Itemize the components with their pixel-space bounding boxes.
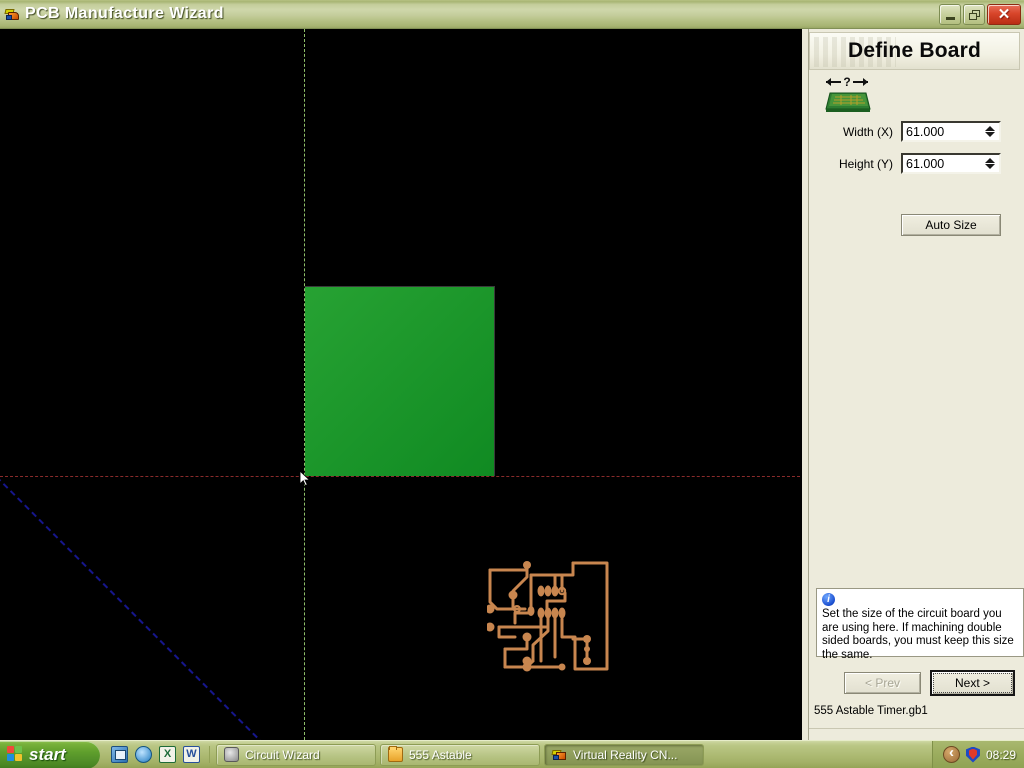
info-text: Set the size of the circuit board you ar… bbox=[822, 608, 1014, 661]
height-y-input[interactable] bbox=[903, 155, 979, 172]
task-buttons: Circuit Wizard 555 Astable Virtual Reali… bbox=[216, 743, 932, 766]
diagonal-guide-line bbox=[0, 419, 308, 740]
show-desktop-icon[interactable] bbox=[111, 746, 128, 763]
folder-icon bbox=[388, 746, 403, 762]
security-shield-icon[interactable] bbox=[966, 747, 980, 763]
panel-header: Define Board bbox=[809, 32, 1020, 70]
word-icon[interactable]: W bbox=[183, 746, 200, 763]
spin-up-icon[interactable] bbox=[984, 158, 995, 163]
info-box: i Set the size of the circuit board you … bbox=[816, 588, 1024, 661]
taskbar-clock[interactable]: 08:29 bbox=[986, 748, 1016, 762]
board-outline-rect[interactable] bbox=[305, 286, 495, 476]
spin-up-icon[interactable] bbox=[984, 126, 995, 131]
next-button-label: Next > bbox=[933, 673, 1012, 693]
task-555-astable[interactable]: 555 Astable bbox=[380, 743, 540, 766]
window-titlebar: PCB Manufacture Wizard ✕ bbox=[0, 0, 1024, 29]
pcb-board-dimension-icon: ? bbox=[821, 73, 875, 115]
pcb-canvas[interactable] bbox=[0, 29, 800, 740]
maximize-button[interactable] bbox=[963, 3, 985, 25]
maximize-icon bbox=[969, 9, 980, 20]
task-label: 555 Astable bbox=[409, 747, 472, 762]
svg-text:?: ? bbox=[843, 75, 850, 89]
height-y-spinner[interactable] bbox=[981, 155, 998, 172]
status-filename: 555 Astable Timer.gb1 bbox=[814, 705, 928, 717]
horizontal-guide-line bbox=[0, 476, 800, 477]
wizard-panel-inner: Define Board ? Width (X) 61.000 Height (… bbox=[808, 29, 1024, 740]
task-label: Circuit Wizard bbox=[245, 747, 320, 762]
start-button[interactable]: start bbox=[0, 740, 100, 768]
quick-launch-bar: X W bbox=[102, 746, 210, 763]
width-x-field-row: Width (X) bbox=[815, 121, 1001, 142]
minimize-icon bbox=[946, 16, 955, 20]
panel-divider bbox=[809, 728, 1024, 729]
back-arrow-icon[interactable] bbox=[942, 744, 960, 763]
information-icon: i bbox=[822, 593, 835, 606]
width-x-spinner[interactable] bbox=[981, 123, 998, 140]
spin-down-icon[interactable] bbox=[984, 132, 995, 137]
pcb-wizard-icon bbox=[4, 6, 20, 22]
height-y-spinbox[interactable] bbox=[901, 153, 1001, 174]
height-y-field-row: Height (Y) bbox=[815, 153, 1001, 174]
pcb-copper-track-artwork bbox=[487, 557, 619, 689]
start-button-label: start bbox=[29, 744, 66, 764]
spin-down-icon[interactable] bbox=[984, 164, 995, 169]
height-y-label: Height (Y) bbox=[838, 156, 893, 171]
auto-size-button[interactable]: Auto Size bbox=[901, 214, 1001, 236]
task-virtual-reality[interactable]: Virtual Reality CN... bbox=[544, 743, 704, 766]
window-controls: ✕ bbox=[939, 3, 1021, 25]
crosshair-pointer-icon bbox=[299, 471, 312, 486]
circuit-wizard-icon bbox=[224, 747, 239, 762]
close-icon: ✕ bbox=[997, 5, 1011, 23]
prev-button[interactable]: < Prev bbox=[844, 672, 921, 694]
excel-icon[interactable]: X bbox=[159, 746, 176, 763]
system-tray: 08:29 bbox=[931, 740, 1024, 768]
width-x-spinbox[interactable] bbox=[901, 121, 1001, 142]
taskbar: start X W Circuit Wizard 555 Astable Vir… bbox=[0, 740, 1024, 768]
task-label: Virtual Reality CN... bbox=[573, 747, 678, 762]
window-title: PCB Manufacture Wizard bbox=[25, 5, 224, 22]
windows-logo-icon bbox=[7, 746, 24, 763]
minimize-button[interactable] bbox=[939, 3, 961, 25]
wizard-panel: Define Board ? Width (X) 61.000 Height (… bbox=[800, 29, 1024, 740]
screen: PCB Manufacture Wizard ✕ Define Board ? … bbox=[0, 0, 1024, 768]
task-circuit-wizard[interactable]: Circuit Wizard bbox=[216, 743, 376, 766]
virtual-reality-icon bbox=[551, 747, 567, 762]
next-button[interactable]: Next > bbox=[930, 670, 1015, 696]
page-title: Define Board bbox=[847, 39, 982, 62]
close-button[interactable]: ✕ bbox=[987, 3, 1021, 25]
width-x-input[interactable] bbox=[903, 123, 979, 140]
internet-explorer-icon[interactable] bbox=[135, 746, 152, 763]
width-x-label: Width (X) bbox=[842, 124, 893, 139]
